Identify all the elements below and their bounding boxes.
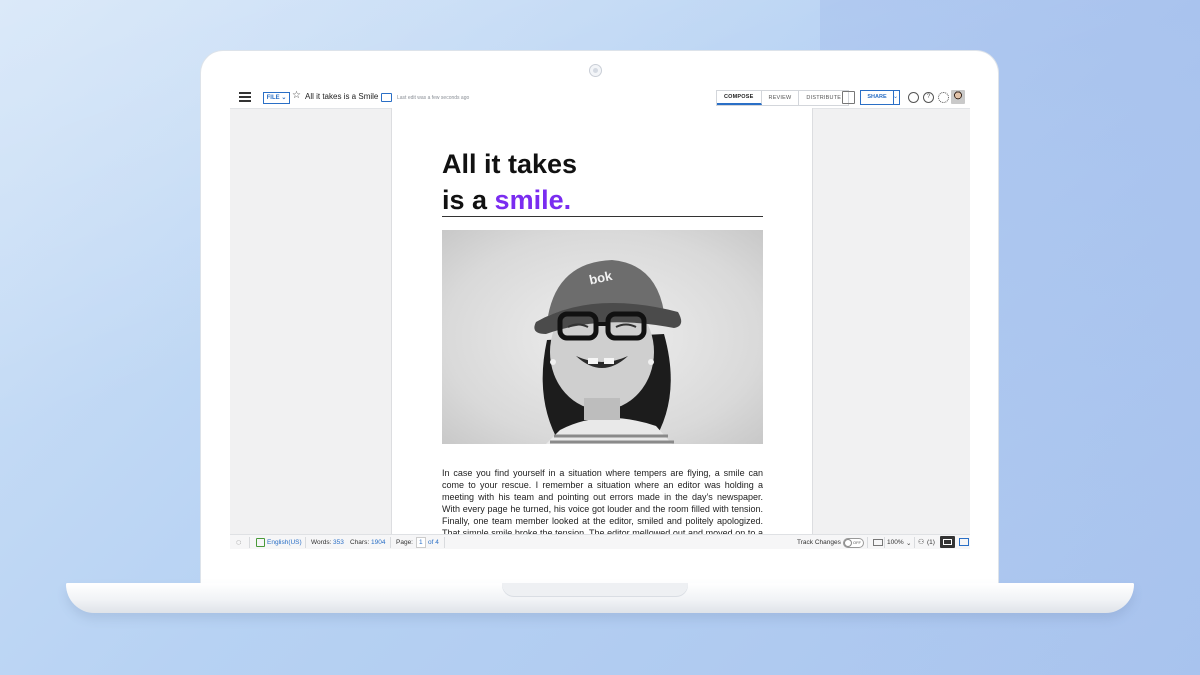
page-label: Page: [396, 539, 413, 546]
collaborators-count[interactable]: (1) [927, 539, 935, 546]
heading-plain: is a [442, 185, 495, 215]
share-dropdown-icon[interactable]: ⌄ [892, 90, 900, 105]
girl-photo-illustration: bok [534, 260, 682, 444]
chars-count: 1904 [371, 539, 386, 546]
avatar[interactable] [951, 90, 965, 104]
track-changes-toggle[interactable]: OFF [843, 538, 864, 548]
gear-icon[interactable] [938, 92, 949, 103]
heading-line-1: All it takes [442, 149, 578, 179]
laptop-notch [502, 583, 688, 597]
menu-icon[interactable] [239, 92, 251, 102]
words-label: Words: [311, 539, 332, 546]
language-icon [256, 538, 265, 547]
divider [867, 537, 868, 548]
heading-accent: smile. [494, 185, 572, 215]
divider [390, 537, 391, 548]
share-button[interactable]: SHARE [860, 90, 894, 105]
top-toolbar: FILE ⌄ ☆ All it takes is a Smile Last ed… [230, 87, 970, 109]
user-search-icon[interactable] [908, 92, 919, 103]
track-changes-label: Track Changes [797, 539, 841, 546]
document-heading[interactable]: All it takes is a smile. [442, 146, 772, 218]
star-icon[interactable]: ☆ [292, 90, 301, 101]
divider [444, 537, 445, 548]
tab-review[interactable]: REVIEW [762, 91, 800, 105]
keyboard-icon[interactable] [873, 539, 883, 546]
comment-icon[interactable]: ◌ [236, 537, 241, 547]
document-page[interactable]: All it takes is a smile. bok In case you… [391, 108, 813, 549]
document-title[interactable]: All it takes is a Smile [305, 92, 378, 101]
page-input[interactable]: 1 [416, 537, 426, 548]
heading-divider [442, 216, 763, 217]
file-menu-label: FILE [266, 95, 280, 101]
page-total: of 4 [428, 539, 439, 546]
last-edit-status: Last edit was a few seconds ago [397, 95, 470, 101]
file-menu-button[interactable]: FILE ⌄ [263, 92, 290, 104]
language-selector[interactable]: English(US) [267, 539, 302, 546]
divider [305, 537, 306, 548]
chevron-down-icon: ⌄ [281, 95, 287, 101]
track-changes-state: OFF [853, 540, 861, 545]
zoom-dropdown-icon[interactable]: ⌄ [906, 539, 911, 547]
mail-icon[interactable] [959, 538, 969, 546]
zoom-level[interactable]: 100% [887, 539, 904, 546]
reading-view-icon[interactable] [940, 536, 955, 548]
status-bar: ◌ English(US) Words: 353 Chars: 1904 Pag… [230, 534, 970, 549]
divider [914, 537, 915, 548]
divider [249, 537, 250, 548]
document-photo[interactable]: bok [442, 230, 763, 444]
help-icon[interactable]: ? [923, 92, 934, 103]
app-screen: FILE ⌄ ☆ All it takes is a Smile Last ed… [230, 87, 970, 549]
tab-distribute[interactable]: DISTRIBUTE [799, 91, 848, 105]
presentation-icon[interactable] [842, 91, 855, 104]
tab-compose[interactable]: COMPOSE [717, 91, 762, 105]
divider [884, 537, 885, 548]
mode-tabs: COMPOSE REVIEW DISTRIBUTE [716, 90, 850, 106]
folder-icon[interactable] [381, 93, 392, 102]
chars-label: Chars: [350, 539, 370, 546]
collaborators-icon: ⚇ [918, 539, 925, 546]
words-count: 353 [333, 539, 344, 546]
heading-line-2: is a smile. [442, 182, 772, 218]
camera-icon [589, 64, 602, 77]
